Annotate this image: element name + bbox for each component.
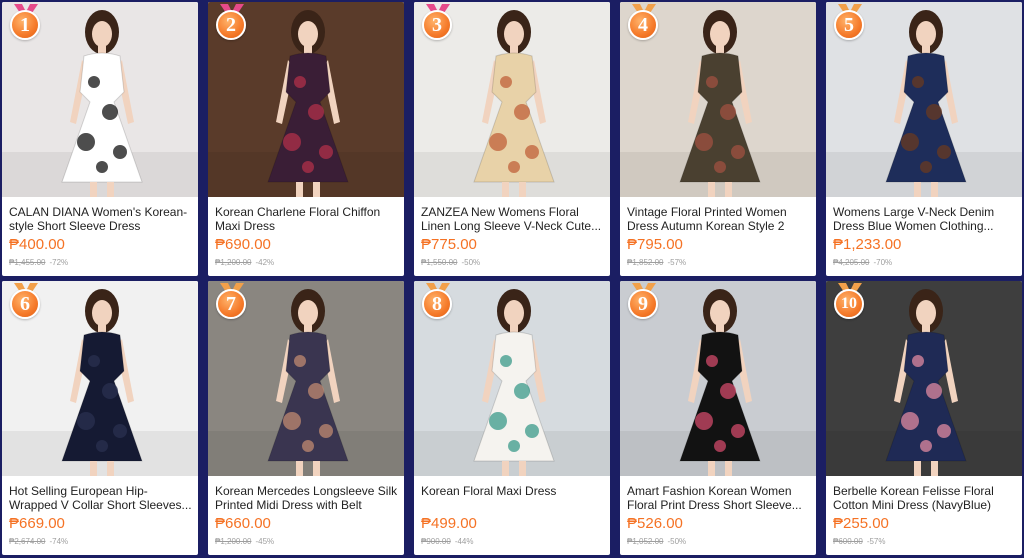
discount-percent: -42% xyxy=(255,258,275,267)
product-card[interactable]: 5 Womens Large V-Neck Denim Dress Blue Wo… xyxy=(826,2,1022,276)
product-price: ₱795.00 xyxy=(627,236,683,253)
product-title[interactable]: Hot Selling European Hip-Wrapped V Colla… xyxy=(9,484,192,512)
discount-percent: -74% xyxy=(49,537,69,546)
rank-number: 9 xyxy=(628,289,658,319)
product-price: ₱690.00 xyxy=(215,236,271,253)
discount-percent: -72% xyxy=(49,258,69,267)
product-title[interactable]: Korean Mercedes Longsleeve Silk Printed … xyxy=(215,484,398,512)
product-card[interactable]: 2 Korean Charlene Floral Chiffon Maxi Dre… xyxy=(208,2,404,276)
original-price: ₱1,052.00 xyxy=(627,537,664,546)
product-title[interactable]: Korean Charlene Floral Chiffon Maxi Dres… xyxy=(215,205,398,233)
rank-badge: 7 xyxy=(214,283,250,327)
product-card[interactable]: 9 Amart Fashion Korean Women Floral Print… xyxy=(620,281,816,555)
price-meta: ₱1,200.00 -42% xyxy=(215,258,274,267)
product-title[interactable]: CALAN DIANA Women's Korean-style Short S… xyxy=(9,205,192,233)
product-title[interactable]: Vintage Floral Printed Women Dress Autum… xyxy=(627,205,810,233)
rank-badge: 4 xyxy=(626,4,662,48)
rank-badge: 2 xyxy=(214,4,250,48)
product-price: ₱669.00 xyxy=(9,515,65,532)
rank-number: 10 xyxy=(834,289,864,319)
rank-badge: 10 xyxy=(832,283,868,327)
discount-percent: -57% xyxy=(866,537,886,546)
product-card[interactable]: 7 Korean Mercedes Longsleeve Silk Printed… xyxy=(208,281,404,555)
rank-number: 4 xyxy=(628,10,658,40)
rank-number: 8 xyxy=(422,289,452,319)
rank-badge: 8 xyxy=(420,283,456,327)
rank-number: 7 xyxy=(216,289,246,319)
product-card[interactable]: 8 Korean Floral Maxi Dress ₱499.00 ₱900.00-… xyxy=(414,281,610,555)
product-card[interactable]: 1 CALAN DIANA Women's Korean-style Short … xyxy=(2,2,198,276)
original-price: ₱1,200.00 xyxy=(215,537,252,546)
price-meta: ₱1,200.00 -45% xyxy=(215,537,274,546)
product-price: ₱1,233.00 xyxy=(833,236,902,253)
product-price: ₱499.00 xyxy=(421,515,477,532)
original-price: ₱1,455.00 xyxy=(9,258,46,267)
product-card[interactable]: 4 Vintage Floral Printed Women Dress Autu… xyxy=(620,2,816,276)
rank-number: 6 xyxy=(10,289,40,319)
product-grid: 1 CALAN DIANA Women's Korean-style Short … xyxy=(0,0,1024,558)
rank-badge: 9 xyxy=(626,283,662,327)
product-price: ₱775.00 xyxy=(421,236,477,253)
original-price: ₱2,674.00 xyxy=(9,537,46,546)
rank-badge: 1 xyxy=(8,4,44,48)
product-title[interactable]: Berbelle Korean Felisse Floral Cotton Mi… xyxy=(833,484,1016,512)
discount-percent: -70% xyxy=(873,258,893,267)
rank-number: 5 xyxy=(834,10,864,40)
price-meta: ₱4,205.00 -70% xyxy=(833,258,892,267)
discount-percent: -57% xyxy=(667,258,687,267)
price-meta: ₱1,052.00 -50% xyxy=(627,537,686,546)
original-price: ₱900.00 xyxy=(421,537,451,546)
rank-number: 1 xyxy=(10,10,40,40)
price-meta: ₱600.00 -57% xyxy=(833,537,886,546)
original-price: ₱4,205.00 xyxy=(833,258,870,267)
product-price: ₱660.00 xyxy=(215,515,271,532)
product-card[interactable]: 3 ZANZEA New Womens Floral Linen Long Sle… xyxy=(414,2,610,276)
price-meta: ₱2,674.00 -74% xyxy=(9,537,68,546)
price-meta: ₱1,455.00 -72% xyxy=(9,258,68,267)
product-card[interactable]: 6 Hot Selling European Hip-Wrapped V Coll… xyxy=(2,281,198,555)
original-price: ₱1,550.00 xyxy=(421,258,458,267)
original-price: ₱600.00 xyxy=(833,537,863,546)
product-title[interactable]: Womens Large V-Neck Denim Dress Blue Wom… xyxy=(833,205,1016,233)
original-price: ₱1,852.00 xyxy=(627,258,664,267)
discount-percent: -44% xyxy=(454,537,474,546)
product-title[interactable]: Amart Fashion Korean Women Floral Print … xyxy=(627,484,810,512)
discount-percent: -50% xyxy=(461,258,481,267)
rank-number: 3 xyxy=(422,10,452,40)
original-price: ₱1,200.00 xyxy=(215,258,252,267)
product-title[interactable]: ZANZEA New Womens Floral Linen Long Slee… xyxy=(421,205,604,233)
price-meta: ₱1,550.00 -50% xyxy=(421,258,480,267)
discount-percent: -45% xyxy=(255,537,275,546)
rank-number: 2 xyxy=(216,10,246,40)
price-meta: ₱1,852.00 -57% xyxy=(627,258,686,267)
product-price: ₱255.00 xyxy=(833,515,889,532)
price-meta: ₱900.00 -44% xyxy=(421,537,474,546)
rank-badge: 5 xyxy=(832,4,868,48)
product-title[interactable]: Korean Floral Maxi Dress xyxy=(421,484,604,512)
product-price: ₱526.00 xyxy=(627,515,683,532)
product-card[interactable]: 10 Berbelle Korean Felisse Floral Cotton … xyxy=(826,281,1022,555)
product-price: ₱400.00 xyxy=(9,236,65,253)
discount-percent: -50% xyxy=(667,537,687,546)
rank-badge: 3 xyxy=(420,4,456,48)
rank-badge: 6 xyxy=(8,283,44,327)
